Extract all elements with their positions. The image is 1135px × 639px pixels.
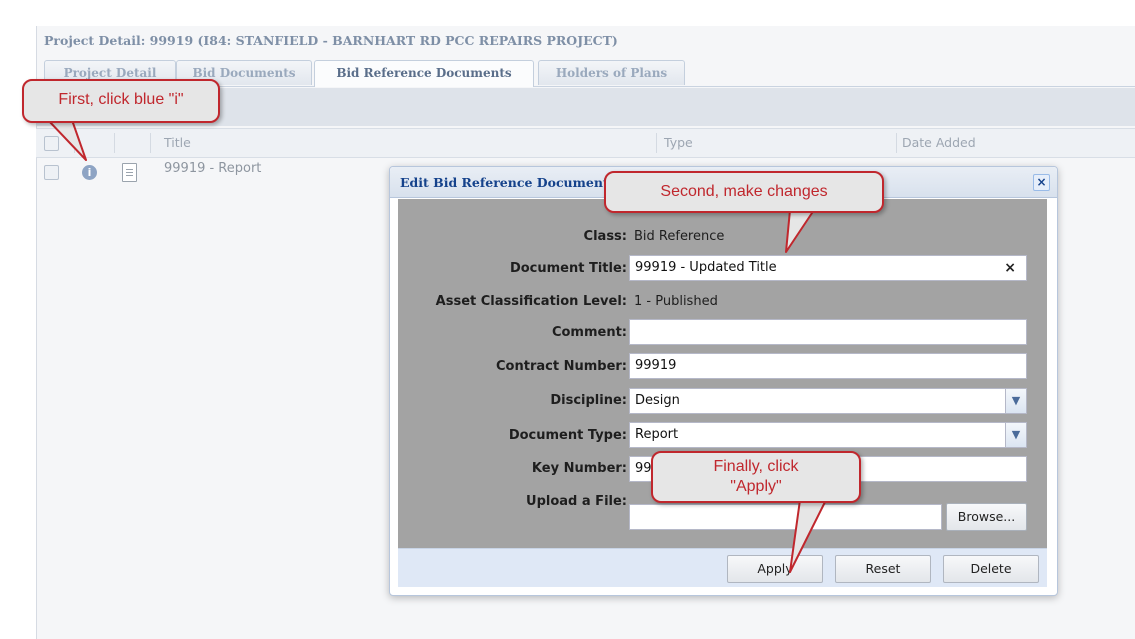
asset-classification-value: 1 - Published: [634, 294, 718, 309]
column-separator: [656, 133, 657, 153]
tab-holders-of-plans[interactable]: Holders of Plans: [538, 60, 685, 85]
form-labels: Class: Document Title: Asset Classificat…: [398, 199, 627, 548]
callout-third-line2: "Apply": [730, 478, 782, 495]
info-icon[interactable]: i: [82, 165, 97, 180]
document-title-value: 99919 - Updated Title: [635, 260, 777, 275]
column-header-date-added[interactable]: Date Added: [902, 129, 976, 157]
document-type-select[interactable]: Report ▼: [629, 422, 1027, 448]
upload-file-input[interactable]: [629, 504, 942, 530]
clear-icon[interactable]: ×: [1004, 256, 1016, 280]
dialog-footer: Apply Reset Delete: [398, 548, 1047, 587]
apply-button[interactable]: Apply: [727, 555, 823, 583]
page-title: Project Detail: 99919 (I84: STANFIELD - …: [44, 33, 618, 48]
row-checkbox[interactable]: [44, 165, 59, 180]
contract-number-label: Contract Number:: [496, 359, 627, 374]
browse-button[interactable]: Browse...: [946, 503, 1027, 531]
tab-bid-reference-documents[interactable]: Bid Reference Documents: [314, 60, 534, 87]
discipline-value: Design: [635, 393, 680, 408]
document-title-input[interactable]: 99919 - Updated Title ×: [629, 255, 1027, 281]
callout-third: Finally, click "Apply": [651, 451, 861, 503]
contract-number-input[interactable]: 99919: [629, 353, 1027, 379]
comment-label: Comment:: [551, 325, 627, 340]
close-icon[interactable]: ×: [1033, 174, 1050, 191]
reset-button[interactable]: Reset: [835, 555, 931, 583]
row-title: 99919 - Report: [164, 161, 262, 176]
callout-first: First, click blue "i": [22, 79, 220, 123]
discipline-select[interactable]: Design ▼: [629, 388, 1027, 414]
chevron-down-icon[interactable]: ▼: [1005, 423, 1026, 447]
column-separator: [74, 133, 75, 153]
dialog-title: Edit Bid Reference Document: [400, 175, 609, 190]
document-title-label: Document Title:: [509, 261, 627, 276]
callout-third-line1: Finally, click: [713, 458, 799, 475]
class-label: Class:: [583, 229, 627, 244]
delete-button[interactable]: Delete: [943, 555, 1039, 583]
document-type-value: Report: [635, 427, 679, 442]
column-header-type[interactable]: Type: [664, 129, 693, 157]
asset-classification-label: Asset Classification Level:: [435, 294, 627, 309]
grid-header: Title Type Date Added: [36, 128, 1135, 158]
document-type-label: Document Type:: [508, 428, 627, 443]
column-separator: [114, 133, 115, 153]
class-value: Bid Reference: [634, 229, 725, 244]
edit-dialog: Edit Bid Reference Document × Class: Doc…: [389, 166, 1058, 596]
key-number-label: Key Number:: [531, 461, 627, 476]
discipline-label: Discipline:: [550, 393, 627, 408]
select-all-checkbox[interactable]: [44, 136, 59, 151]
column-separator: [150, 133, 151, 153]
upload-file-label: Upload a File:: [526, 494, 627, 509]
chevron-down-icon[interactable]: ▼: [1005, 389, 1026, 413]
column-header-title[interactable]: Title: [164, 129, 191, 157]
column-separator: [896, 133, 897, 153]
callout-second: Second, make changes: [604, 171, 884, 213]
comment-input[interactable]: [629, 319, 1027, 345]
document-icon: [122, 163, 137, 182]
